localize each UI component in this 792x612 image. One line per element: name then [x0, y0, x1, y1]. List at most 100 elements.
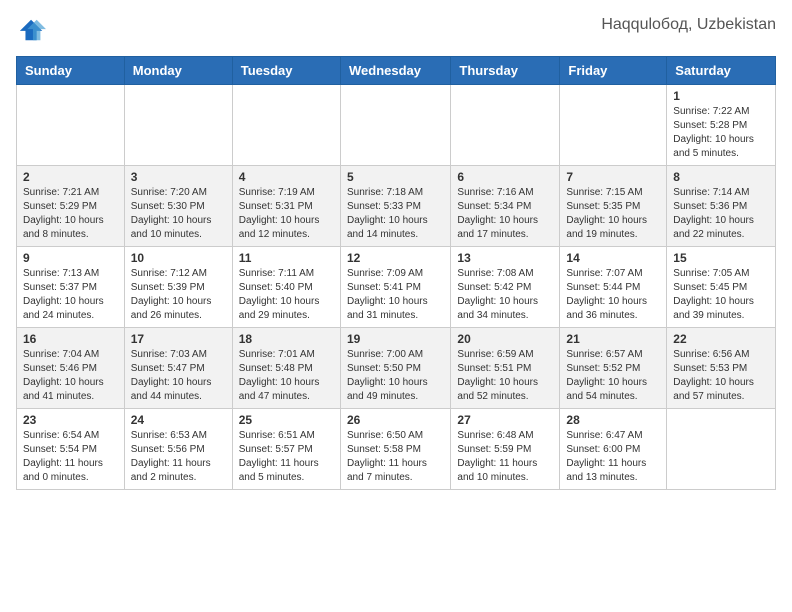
calendar-cell: 20 Sunrise: 6:59 AM Sunset: 5:51 PM Dayli…	[451, 328, 560, 409]
calendar-cell: 8 Sunrise: 7:14 AM Sunset: 5:36 PM Daylig…	[667, 166, 776, 247]
day-number: 7	[566, 170, 660, 184]
calendar-cell: 15Sunrise: 7:05 AM Sunset: 5:45 PM Dayli…	[667, 247, 776, 328]
calendar-cell: 24Sunrise: 6:53 AM Sunset: 5:56 PM Dayli…	[124, 409, 232, 490]
day-number: 17	[131, 332, 226, 346]
calendar-cell: 9 Sunrise: 7:13 AM Sunset: 5:37 PM Daylig…	[17, 247, 125, 328]
calendar-cell	[232, 85, 340, 166]
day-info: Sunrise: 6:48 AM Sunset: 5:59 PM Dayligh…	[457, 429, 553, 485]
day-info: Sunrise: 7:20 AM Sunset: 5:30 PM Dayligh…	[131, 186, 226, 242]
day-info: Sunrise: 6:51 AM Sunset: 5:57 PM Dayligh…	[239, 429, 334, 485]
calendar-cell: 18 Sunrise: 7:01 AM Sunset: 5:48 PM Dayli…	[232, 328, 340, 409]
day-number: 4	[239, 170, 334, 184]
calendar-week-row: 23 Sunrise: 6:54 AM Sunset: 5:54 PM Dayli…	[17, 409, 776, 490]
page-header: Haqqulобод, Uzbekistan	[16, 16, 776, 44]
calendar-cell	[340, 85, 450, 166]
day-info: Sunrise: 7:14 AM Sunset: 5:36 PM Dayligh…	[673, 186, 769, 242]
day-number: 1	[673, 89, 769, 103]
day-number: 19	[347, 332, 444, 346]
day-number: 8	[673, 170, 769, 184]
calendar-week-row: 16 Sunrise: 7:04 AM Sunset: 5:46 PM Dayli…	[17, 328, 776, 409]
calendar-cell	[451, 85, 560, 166]
day-info: Sunrise: 7:13 AM Sunset: 5:37 PM Dayligh…	[23, 267, 118, 323]
column-header-tuesday: Tuesday	[232, 57, 340, 85]
calendar-cell: 21 Sunrise: 6:57 AM Sunset: 5:52 PM Dayli…	[560, 328, 667, 409]
logo-icon	[18, 16, 46, 44]
day-info: Sunrise: 7:07 AM Sunset: 5:44 PM Dayligh…	[566, 267, 660, 323]
day-info: Sunrise: 7:00 AM Sunset: 5:50 PM Dayligh…	[347, 348, 444, 404]
calendar-cell	[17, 85, 125, 166]
calendar-cell: 3 Sunrise: 7:20 AM Sunset: 5:30 PM Daylig…	[124, 166, 232, 247]
day-info: Sunrise: 7:09 AM Sunset: 5:41 PM Dayligh…	[347, 267, 444, 323]
day-number: 14	[566, 251, 660, 265]
column-header-wednesday: Wednesday	[340, 57, 450, 85]
day-number: 18	[239, 332, 334, 346]
calendar-week-row: 9 Sunrise: 7:13 AM Sunset: 5:37 PM Daylig…	[17, 247, 776, 328]
calendar-cell	[124, 85, 232, 166]
day-info: Sunrise: 7:11 AM Sunset: 5:40 PM Dayligh…	[239, 267, 334, 323]
calendar-table: SundayMondayTuesdayWednesdayThursdayFrid…	[16, 56, 776, 490]
calendar-cell: 11 Sunrise: 7:11 AM Sunset: 5:40 PM Dayli…	[232, 247, 340, 328]
day-info: Sunrise: 7:22 AM Sunset: 5:28 PM Dayligh…	[673, 105, 769, 161]
title-section: Haqqulобод, Uzbekistan	[601, 16, 776, 34]
day-number: 25	[239, 413, 334, 427]
day-number: 2	[23, 170, 118, 184]
calendar-week-row: 2Sunrise: 7:21 AM Sunset: 5:29 PM Daylig…	[17, 166, 776, 247]
day-info: Sunrise: 7:04 AM Sunset: 5:46 PM Dayligh…	[23, 348, 118, 404]
calendar-cell: 27 Sunrise: 6:48 AM Sunset: 5:59 PM Dayli…	[451, 409, 560, 490]
logo	[16, 16, 46, 44]
day-info: Sunrise: 6:59 AM Sunset: 5:51 PM Dayligh…	[457, 348, 553, 404]
day-number: 12	[347, 251, 444, 265]
day-info: Sunrise: 7:08 AM Sunset: 5:42 PM Dayligh…	[457, 267, 553, 323]
day-info: Sunrise: 6:50 AM Sunset: 5:58 PM Dayligh…	[347, 429, 444, 485]
day-number: 13	[457, 251, 553, 265]
day-info: Sunrise: 6:54 AM Sunset: 5:54 PM Dayligh…	[23, 429, 118, 485]
day-number: 6	[457, 170, 553, 184]
day-number: 20	[457, 332, 553, 346]
day-number: 3	[131, 170, 226, 184]
calendar-cell: 23 Sunrise: 6:54 AM Sunset: 5:54 PM Dayli…	[17, 409, 125, 490]
day-number: 23	[23, 413, 118, 427]
column-header-monday: Monday	[124, 57, 232, 85]
day-info: Sunrise: 6:47 AM Sunset: 6:00 PM Dayligh…	[566, 429, 660, 485]
day-info: Sunrise: 7:18 AM Sunset: 5:33 PM Dayligh…	[347, 186, 444, 242]
calendar-cell: 5 Sunrise: 7:18 AM Sunset: 5:33 PM Daylig…	[340, 166, 450, 247]
calendar-cell: 1 Sunrise: 7:22 AM Sunset: 5:28 PM Daylig…	[667, 85, 776, 166]
calendar-cell: 14 Sunrise: 7:07 AM Sunset: 5:44 PM Dayli…	[560, 247, 667, 328]
day-number: 5	[347, 170, 444, 184]
day-info: Sunrise: 6:56 AM Sunset: 5:53 PM Dayligh…	[673, 348, 769, 404]
day-info: Sunrise: 7:01 AM Sunset: 5:48 PM Dayligh…	[239, 348, 334, 404]
day-info: Sunrise: 7:03 AM Sunset: 5:47 PM Dayligh…	[131, 348, 226, 404]
calendar-header-row: SundayMondayTuesdayWednesdayThursdayFrid…	[17, 57, 776, 85]
calendar-cell: 26 Sunrise: 6:50 AM Sunset: 5:58 PM Dayli…	[340, 409, 450, 490]
column-header-thursday: Thursday	[451, 57, 560, 85]
calendar-cell: 13 Sunrise: 7:08 AM Sunset: 5:42 PM Dayli…	[451, 247, 560, 328]
day-number: 11	[239, 251, 334, 265]
day-number: 24	[131, 413, 226, 427]
column-header-sunday: Sunday	[17, 57, 125, 85]
calendar-cell: 10 Sunrise: 7:12 AM Sunset: 5:39 PM Dayli…	[124, 247, 232, 328]
calendar-cell: 6 Sunrise: 7:16 AM Sunset: 5:34 PM Daylig…	[451, 166, 560, 247]
calendar-cell: 12 Sunrise: 7:09 AM Sunset: 5:41 PM Dayli…	[340, 247, 450, 328]
day-number: 16	[23, 332, 118, 346]
calendar-cell: 4Sunrise: 7:19 AM Sunset: 5:31 PM Daylig…	[232, 166, 340, 247]
calendar-week-row: 1 Sunrise: 7:22 AM Sunset: 5:28 PM Daylig…	[17, 85, 776, 166]
calendar-cell: 7Sunrise: 7:15 AM Sunset: 5:35 PM Daylig…	[560, 166, 667, 247]
calendar-cell: 19 Sunrise: 7:00 AM Sunset: 5:50 PM Dayli…	[340, 328, 450, 409]
calendar-cell: 25 Sunrise: 6:51 AM Sunset: 5:57 PM Dayli…	[232, 409, 340, 490]
location-text: Haqqulобод, Uzbekistan	[601, 16, 776, 34]
day-info: Sunrise: 7:12 AM Sunset: 5:39 PM Dayligh…	[131, 267, 226, 323]
day-number: 10	[131, 251, 226, 265]
day-info: Sunrise: 7:16 AM Sunset: 5:34 PM Dayligh…	[457, 186, 553, 242]
day-number: 26	[347, 413, 444, 427]
calendar-cell: 28Sunrise: 6:47 AM Sunset: 6:00 PM Dayli…	[560, 409, 667, 490]
day-info: Sunrise: 7:05 AM Sunset: 5:45 PM Dayligh…	[673, 267, 769, 323]
day-number: 9	[23, 251, 118, 265]
day-info: Sunrise: 6:57 AM Sunset: 5:52 PM Dayligh…	[566, 348, 660, 404]
calendar-cell: 17 Sunrise: 7:03 AM Sunset: 5:47 PM Dayli…	[124, 328, 232, 409]
column-header-friday: Friday	[560, 57, 667, 85]
day-number: 22	[673, 332, 769, 346]
column-header-saturday: Saturday	[667, 57, 776, 85]
day-number: 21	[566, 332, 660, 346]
calendar-cell	[667, 409, 776, 490]
day-number: 27	[457, 413, 553, 427]
